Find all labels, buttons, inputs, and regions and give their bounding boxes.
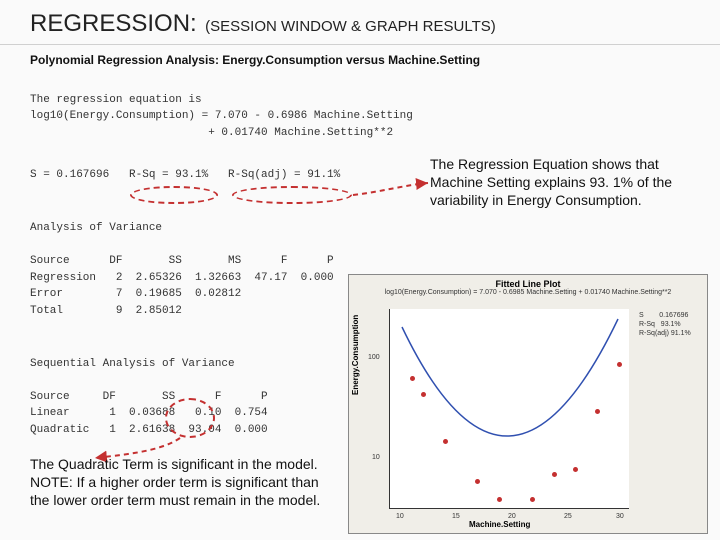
x-tick: 25 bbox=[564, 513, 572, 520]
x-tick: 15 bbox=[452, 513, 460, 520]
title-sub: (SESSION WINDOW & GRAPH RESULTS) bbox=[205, 18, 496, 35]
plot-title: Fitted Line Plot bbox=[349, 275, 707, 289]
anova-row: Total 9 2.85012 bbox=[30, 305, 182, 317]
data-point bbox=[617, 362, 622, 367]
annotation-quadratic: The Quadratic Term is significant in the… bbox=[30, 455, 330, 510]
annotation-rsq: The Regression Equation shows that Machi… bbox=[430, 155, 685, 210]
fitted-line-plot: Fitted Line Plot log10(Energy.Consumptio… bbox=[348, 274, 708, 534]
seq-anova-row: Linear 1 0.03688 0.10 0.754 bbox=[30, 407, 268, 419]
anova-row: Regression 2 2.65326 1.32663 47.17 0.000 bbox=[30, 272, 334, 284]
data-point bbox=[421, 392, 426, 397]
anova-header: Source DF SS MS F P bbox=[30, 255, 334, 267]
seq-anova-row: Quadratic 1 2.61638 93.04 0.000 bbox=[30, 424, 268, 436]
eq-line1: log10(Energy.Consumption) = 7.070 - 0.69… bbox=[30, 110, 413, 122]
y-tick: 100 bbox=[368, 354, 380, 361]
data-point bbox=[410, 376, 415, 381]
fitted-curve bbox=[390, 309, 630, 509]
plot-legend: S 0.167696 R-Sq 93.1% R-Sq(adj) 91.1% bbox=[639, 311, 701, 338]
x-tick: 10 bbox=[396, 513, 404, 520]
highlight-quadratic-circle bbox=[165, 398, 215, 438]
anova-title: Analysis of Variance bbox=[30, 222, 162, 234]
equation-block: The regression equation is log10(Energy.… bbox=[0, 71, 720, 145]
title-main: REGRESSION: bbox=[30, 10, 197, 37]
plot-subtitle: log10(Energy.Consumption) = 7.070 - 0.69… bbox=[349, 289, 707, 298]
x-tick: 30 bbox=[616, 513, 624, 520]
data-point bbox=[497, 497, 502, 502]
eq-intro: The regression equation is bbox=[30, 94, 202, 106]
plot-ylabel: Energy.Consumption bbox=[351, 315, 360, 395]
plot-area: 10 100 10 15 20 25 30 bbox=[389, 309, 629, 509]
highlight-rsqadj-circle bbox=[232, 186, 352, 204]
slide-title-bar: REGRESSION: (SESSION WINDOW & GRAPH RESU… bbox=[0, 0, 720, 45]
plot-xlabel: Machine.Setting bbox=[469, 520, 530, 529]
seq-anova-header: Source DF SS F P bbox=[30, 391, 268, 403]
highlight-rsq-circle bbox=[130, 186, 218, 204]
eq-line2: + 0.01740 Machine.Setting**2 bbox=[30, 127, 393, 139]
analysis-header: Polynomial Regression Analysis: Energy.C… bbox=[0, 45, 720, 71]
data-point bbox=[443, 439, 448, 444]
data-point bbox=[530, 497, 535, 502]
seq-anova-title: Sequential Analysis of Variance bbox=[30, 358, 235, 370]
x-tick: 20 bbox=[508, 513, 516, 520]
anova-row: Error 7 0.19685 0.02812 bbox=[30, 288, 241, 300]
y-tick: 10 bbox=[372, 454, 380, 461]
